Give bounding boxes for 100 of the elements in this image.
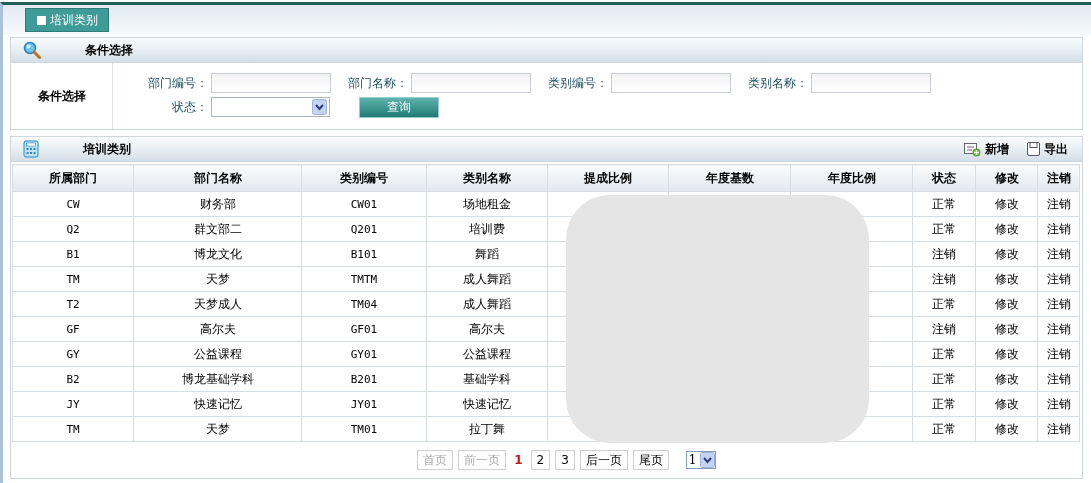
- field-label: 部门编号：: [147, 74, 209, 92]
- table-cell: 培训费: [426, 216, 548, 242]
- panel-title: 条件选择: [85, 41, 133, 59]
- add-document-icon: [964, 141, 981, 157]
- search-icon: [23, 41, 41, 59]
- cancel-link[interactable]: 注销: [1037, 266, 1080, 292]
- table-cell: JY01: [301, 391, 427, 417]
- table-cell: 正常: [912, 191, 976, 217]
- field-label: 类别名称：: [747, 74, 809, 92]
- edit-link[interactable]: 修改: [975, 416, 1038, 442]
- table-cell: B2: [12, 366, 134, 392]
- edit-link[interactable]: 修改: [975, 216, 1038, 242]
- field-label: 部门名称：: [347, 74, 409, 92]
- column-header: 年度比例: [790, 164, 913, 192]
- table-cell: B101: [301, 241, 427, 267]
- column-header: 修改: [975, 164, 1038, 192]
- add-link[interactable]: 新增: [964, 140, 1009, 158]
- table-cell: GY01: [301, 341, 427, 367]
- page-button: 前一页: [458, 450, 507, 470]
- table-cell: 天梦: [133, 416, 302, 442]
- table-cell: 博龙基础学科: [133, 366, 302, 392]
- cancel-link[interactable]: 注销: [1037, 291, 1080, 317]
- table-cell: 群文部二: [133, 216, 302, 242]
- page-number[interactable]: 1: [511, 450, 526, 470]
- table-cell: 成人舞蹈: [426, 291, 548, 317]
- status-select[interactable]: [211, 97, 330, 117]
- table-cell: 场地租金: [426, 191, 548, 217]
- cancel-link[interactable]: 注销: [1037, 391, 1080, 417]
- panel-title: 培训类别: [83, 140, 131, 158]
- edit-link[interactable]: 修改: [975, 191, 1038, 217]
- table-cell: 舞蹈: [426, 241, 548, 267]
- table-cell: 注销: [912, 316, 976, 342]
- edit-link[interactable]: 修改: [975, 341, 1038, 367]
- table-cell: TMTM: [301, 266, 427, 292]
- table-cell: 快速记忆: [426, 391, 548, 417]
- table-cell: 高尔夫: [426, 316, 548, 342]
- cancel-link[interactable]: 注销: [1037, 341, 1080, 367]
- export-link[interactable]: 导出: [1027, 140, 1068, 158]
- table-cell: GY: [12, 341, 134, 367]
- table-cell: B1: [12, 241, 134, 267]
- cancel-link[interactable]: 注销: [1037, 191, 1080, 217]
- page-button[interactable]: 后一页: [579, 450, 628, 470]
- cancel-link[interactable]: 注销: [1037, 216, 1080, 242]
- column-header: 类别名称: [426, 164, 548, 192]
- page-button: 首页: [417, 450, 454, 470]
- page-select[interactable]: 1: [685, 451, 716, 469]
- table-cell: 高尔夫: [133, 316, 302, 342]
- table-cell: TM01: [301, 416, 427, 442]
- table-cell: 正常: [912, 341, 976, 367]
- table-cell: 正常: [912, 391, 976, 417]
- edit-link[interactable]: 修改: [975, 366, 1038, 392]
- cancel-link[interactable]: 注销: [1037, 416, 1080, 442]
- page-number[interactable]: 3: [555, 450, 575, 470]
- table-cell: 正常: [912, 416, 976, 442]
- edit-link[interactable]: 修改: [975, 291, 1038, 317]
- table-cell: GF: [12, 316, 134, 342]
- table-cell: GF01: [301, 316, 427, 342]
- table-cell: TM: [12, 416, 134, 442]
- table-cell: JY: [12, 391, 134, 417]
- table-cell: 正常: [912, 366, 976, 392]
- edit-link[interactable]: 修改: [975, 241, 1038, 267]
- table-cell: 快速记忆: [133, 391, 302, 417]
- table-cell: 博龙文化: [133, 241, 302, 267]
- table-cell: 财务部: [133, 191, 302, 217]
- table-cell: TM04: [301, 291, 427, 317]
- table-cell: 正常: [912, 216, 976, 242]
- column-header: 注销: [1037, 164, 1080, 192]
- cancel-link[interactable]: 注销: [1037, 316, 1080, 342]
- input-field[interactable]: [811, 73, 931, 93]
- table-cell: B201: [301, 366, 427, 392]
- filter-label: 条件选择: [11, 63, 113, 129]
- page-number[interactable]: 2: [530, 450, 551, 470]
- table-cell: CW01: [301, 191, 427, 217]
- input-field[interactable]: [611, 73, 731, 93]
- column-header: 提成比例: [547, 164, 669, 192]
- edit-link[interactable]: 修改: [975, 391, 1038, 417]
- table-cell: 天梦成人: [133, 291, 302, 317]
- table-cell: 成人舞蹈: [426, 266, 548, 292]
- edit-link[interactable]: 修改: [975, 266, 1038, 292]
- table-cell: Q201: [301, 216, 427, 242]
- cancel-link[interactable]: 注销: [1037, 241, 1080, 267]
- field-label: 状态：: [171, 98, 209, 116]
- input-field[interactable]: [411, 73, 531, 93]
- column-header: 状态: [912, 164, 976, 192]
- table-cell: 拉丁舞: [426, 416, 548, 442]
- table-cell: 公益课程: [426, 341, 548, 367]
- table-cell: 正常: [912, 291, 976, 317]
- table-cell: 天梦: [133, 266, 302, 292]
- input-field[interactable]: [211, 73, 331, 93]
- calculator-icon: [23, 140, 39, 158]
- table-cell: 基础学科: [426, 366, 548, 392]
- column-header: 年度基数: [668, 164, 791, 192]
- edit-link[interactable]: 修改: [975, 316, 1038, 342]
- page-button[interactable]: 尾页: [632, 450, 669, 470]
- column-header: 部门名称: [133, 164, 302, 192]
- table-cell: T2: [12, 291, 134, 317]
- column-header: 类别编号: [301, 164, 427, 192]
- table-cell: Q2: [12, 216, 134, 242]
- cancel-link[interactable]: 注销: [1037, 366, 1080, 392]
- field-label: 类别编号：: [547, 74, 609, 92]
